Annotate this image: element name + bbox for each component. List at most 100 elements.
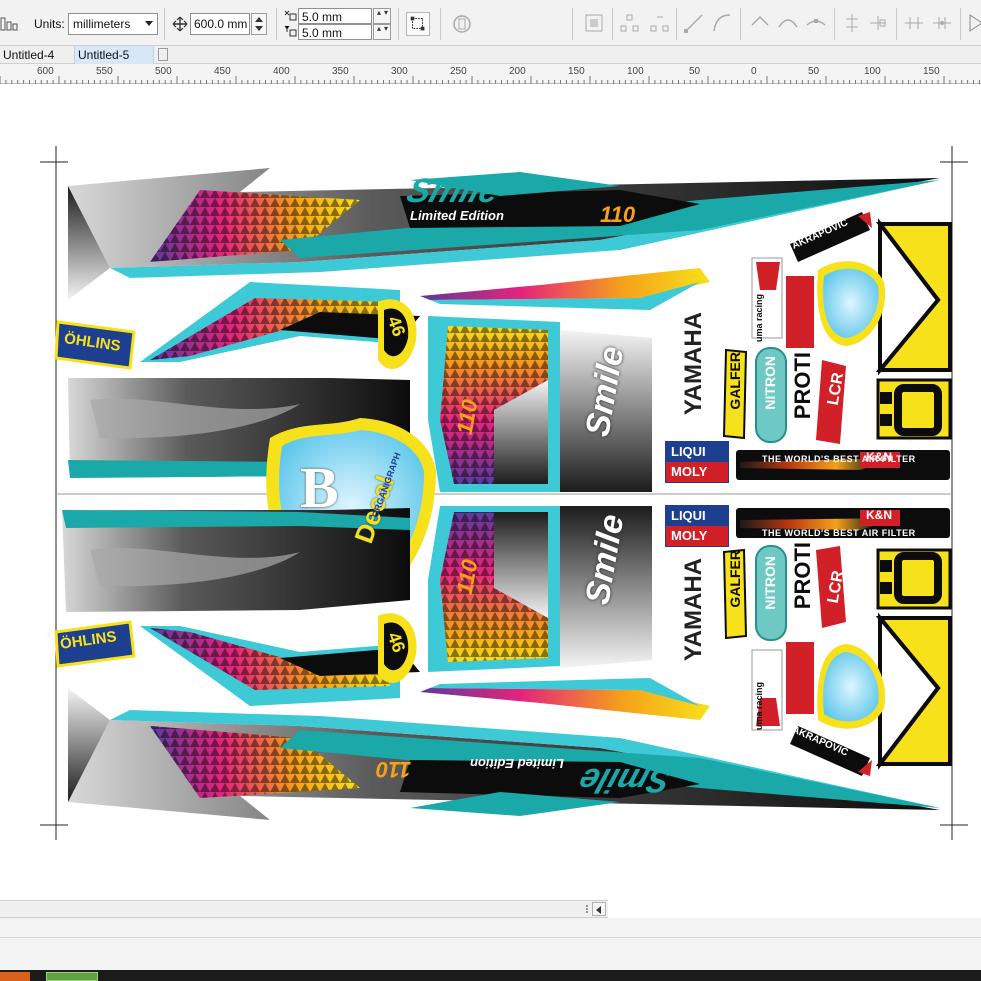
- ruler-label: 50: [689, 66, 701, 77]
- new-tab-icon[interactable]: [158, 48, 168, 61]
- duplicate-y-icon: [284, 25, 297, 37]
- ruler-label: 150: [923, 66, 940, 77]
- duplicate-y-input[interactable]: 5.0 mm: [298, 24, 372, 40]
- limited-edition-top: Limited Edition: [410, 208, 504, 223]
- toolbar-separator: [612, 8, 613, 40]
- yamaha-text-bottom: YAMAHA: [680, 558, 707, 662]
- extend-curve-icon[interactable]: [866, 11, 890, 35]
- toolbar-separator: [276, 8, 277, 40]
- horizontal-ruler[interactable]: 600 550 500 450 400 350 300 250 200 150 …: [0, 64, 981, 84]
- node-add-icon[interactable]: [618, 11, 642, 35]
- ruler-label: 300: [391, 66, 408, 77]
- nudge-distance-input[interactable]: 600.0 mm: [190, 13, 250, 35]
- toolbar-separator: [572, 8, 573, 40]
- proti-text-top: PROTI: [790, 352, 815, 420]
- smile-logo-bottom: Smile: [573, 761, 677, 799]
- document-tabs: Untitled-4 Untitled-5: [0, 46, 981, 64]
- top-main-stripe[interactable]: [68, 168, 940, 278]
- galfer-text-bottom: GALFER: [727, 550, 743, 608]
- duplicate-x-spinner[interactable]: ▴ ▾: [373, 8, 391, 24]
- drawing-canvas[interactable]: Smile Limited Edition 110 Smile Limited …: [0, 84, 981, 900]
- cusp-node-icon[interactable]: [748, 11, 772, 35]
- chevron-down-icon: [145, 21, 153, 26]
- duplicate-x-icon: [284, 10, 297, 21]
- toolbar-separator: [740, 8, 741, 40]
- toolbar-separator: [164, 8, 165, 40]
- kn-logo-top: K&N: [866, 450, 892, 464]
- toolbar-separator: [896, 8, 897, 40]
- scroll-left-button[interactable]: [592, 902, 606, 916]
- galfer-text-top: GALFER: [727, 352, 743, 410]
- node-delete-icon[interactable]: [648, 11, 672, 35]
- to-line-icon[interactable]: [682, 11, 706, 35]
- to-curve-icon[interactable]: [710, 11, 734, 35]
- taskbar: [0, 970, 981, 981]
- side-panel-110[interactable]: [428, 316, 560, 492]
- align-bottom-icon[interactable]: [0, 14, 20, 34]
- tab-untitled-5[interactable]: Untitled-5: [74, 46, 154, 64]
- toolbar-separator: [676, 8, 677, 40]
- extract-subpath-icon[interactable]: [902, 11, 926, 35]
- ruler-label: 50: [808, 66, 820, 77]
- scroll-grip-icon[interactable]: [584, 904, 590, 914]
- join-nodes-icon[interactable]: [930, 11, 954, 35]
- units-dropdown[interactable]: millimeters: [68, 13, 158, 35]
- ruler-label: 200: [509, 66, 526, 77]
- nitron-text-top: NITRON: [762, 356, 778, 410]
- property-bar: Units: millimeters 600.0 mm 5.0 mm ▴ ▾ 5.…: [0, 0, 981, 46]
- ruler-label: 250: [450, 66, 467, 77]
- ruler-label: 550: [96, 66, 113, 77]
- edition-number-bottom: 110: [376, 757, 412, 782]
- smooth-node-icon[interactable]: [776, 11, 800, 35]
- ruler-label: 600: [37, 66, 54, 77]
- weld-icon[interactable]: [582, 11, 606, 35]
- ruler-label: 400: [273, 66, 290, 77]
- chevron-left-icon: [596, 906, 601, 914]
- kn-small-logo[interactable]: [786, 276, 814, 714]
- treat-as-filled-icon[interactable]: [450, 12, 474, 36]
- duplicate-x-input[interactable]: 5.0 mm: [298, 8, 372, 24]
- proti-text-bottom: PROTI: [790, 542, 815, 610]
- kn-tagline-bottom: THE WORLD'S BEST AIR FILTER: [762, 528, 916, 538]
- toolbar-separator: [960, 8, 961, 40]
- uma-racing-text-top: uma racing: [754, 294, 764, 343]
- decal-logo-small-bottom[interactable]: [817, 644, 886, 729]
- zero-number-plate-bottom[interactable]: [875, 548, 952, 770]
- moly-text-top: MOLY: [671, 464, 708, 479]
- reverse-direction-icon[interactable]: [840, 11, 864, 35]
- duplicate-y-spinner[interactable]: ▴ ▾: [373, 24, 391, 40]
- smile-logo-top: Smile: [401, 172, 506, 210]
- yamaha-text-top: YAMAHA: [680, 312, 707, 416]
- symmetric-node-icon[interactable]: [804, 11, 828, 35]
- ruler-label: 0: [751, 66, 757, 77]
- tab-untitled-4[interactable]: Untitled-4: [0, 46, 74, 64]
- nitron-text-bottom: NITRON: [762, 556, 778, 610]
- ruler-label: 350: [332, 66, 349, 77]
- toolbar-separator: [398, 8, 399, 40]
- ruler-label: 500: [155, 66, 172, 77]
- status-bar-secondary: [0, 938, 981, 970]
- uma-racing-text-bottom: uma racing: [754, 682, 764, 731]
- nudge-distance-icon: [172, 16, 188, 32]
- more-options-icon[interactable]: [964, 11, 981, 35]
- liqui-text-top: LIQUI: [671, 444, 706, 459]
- ruler-label: 150: [568, 66, 585, 77]
- edition-number-top: 110: [600, 202, 636, 227]
- units-dropdown-value: millimeters: [73, 17, 131, 31]
- taskbar-app-button[interactable]: [0, 972, 30, 981]
- decal-logo-small-top[interactable]: [817, 261, 886, 346]
- zero-number-plate-top[interactable]: [875, 218, 952, 440]
- nudge-spinner[interactable]: [251, 13, 267, 35]
- horizontal-scrollbar[interactable]: [0, 900, 608, 918]
- ruler-ticks: [0, 76, 980, 84]
- ruler-label: 100: [627, 66, 644, 77]
- liqui-text-bottom: LIQUI: [671, 508, 706, 523]
- side-panel-110-bottom[interactable]: [428, 506, 560, 672]
- taskbar-app-button-active[interactable]: [46, 972, 98, 981]
- moly-text-bottom: MOLY: [671, 528, 708, 543]
- snap-to-objects-icon[interactable]: [406, 12, 430, 36]
- status-bar: [0, 918, 981, 938]
- limited-edition-bottom: Limited Edition: [470, 756, 564, 771]
- toolbar-separator: [440, 8, 441, 40]
- units-label: Units:: [34, 17, 65, 31]
